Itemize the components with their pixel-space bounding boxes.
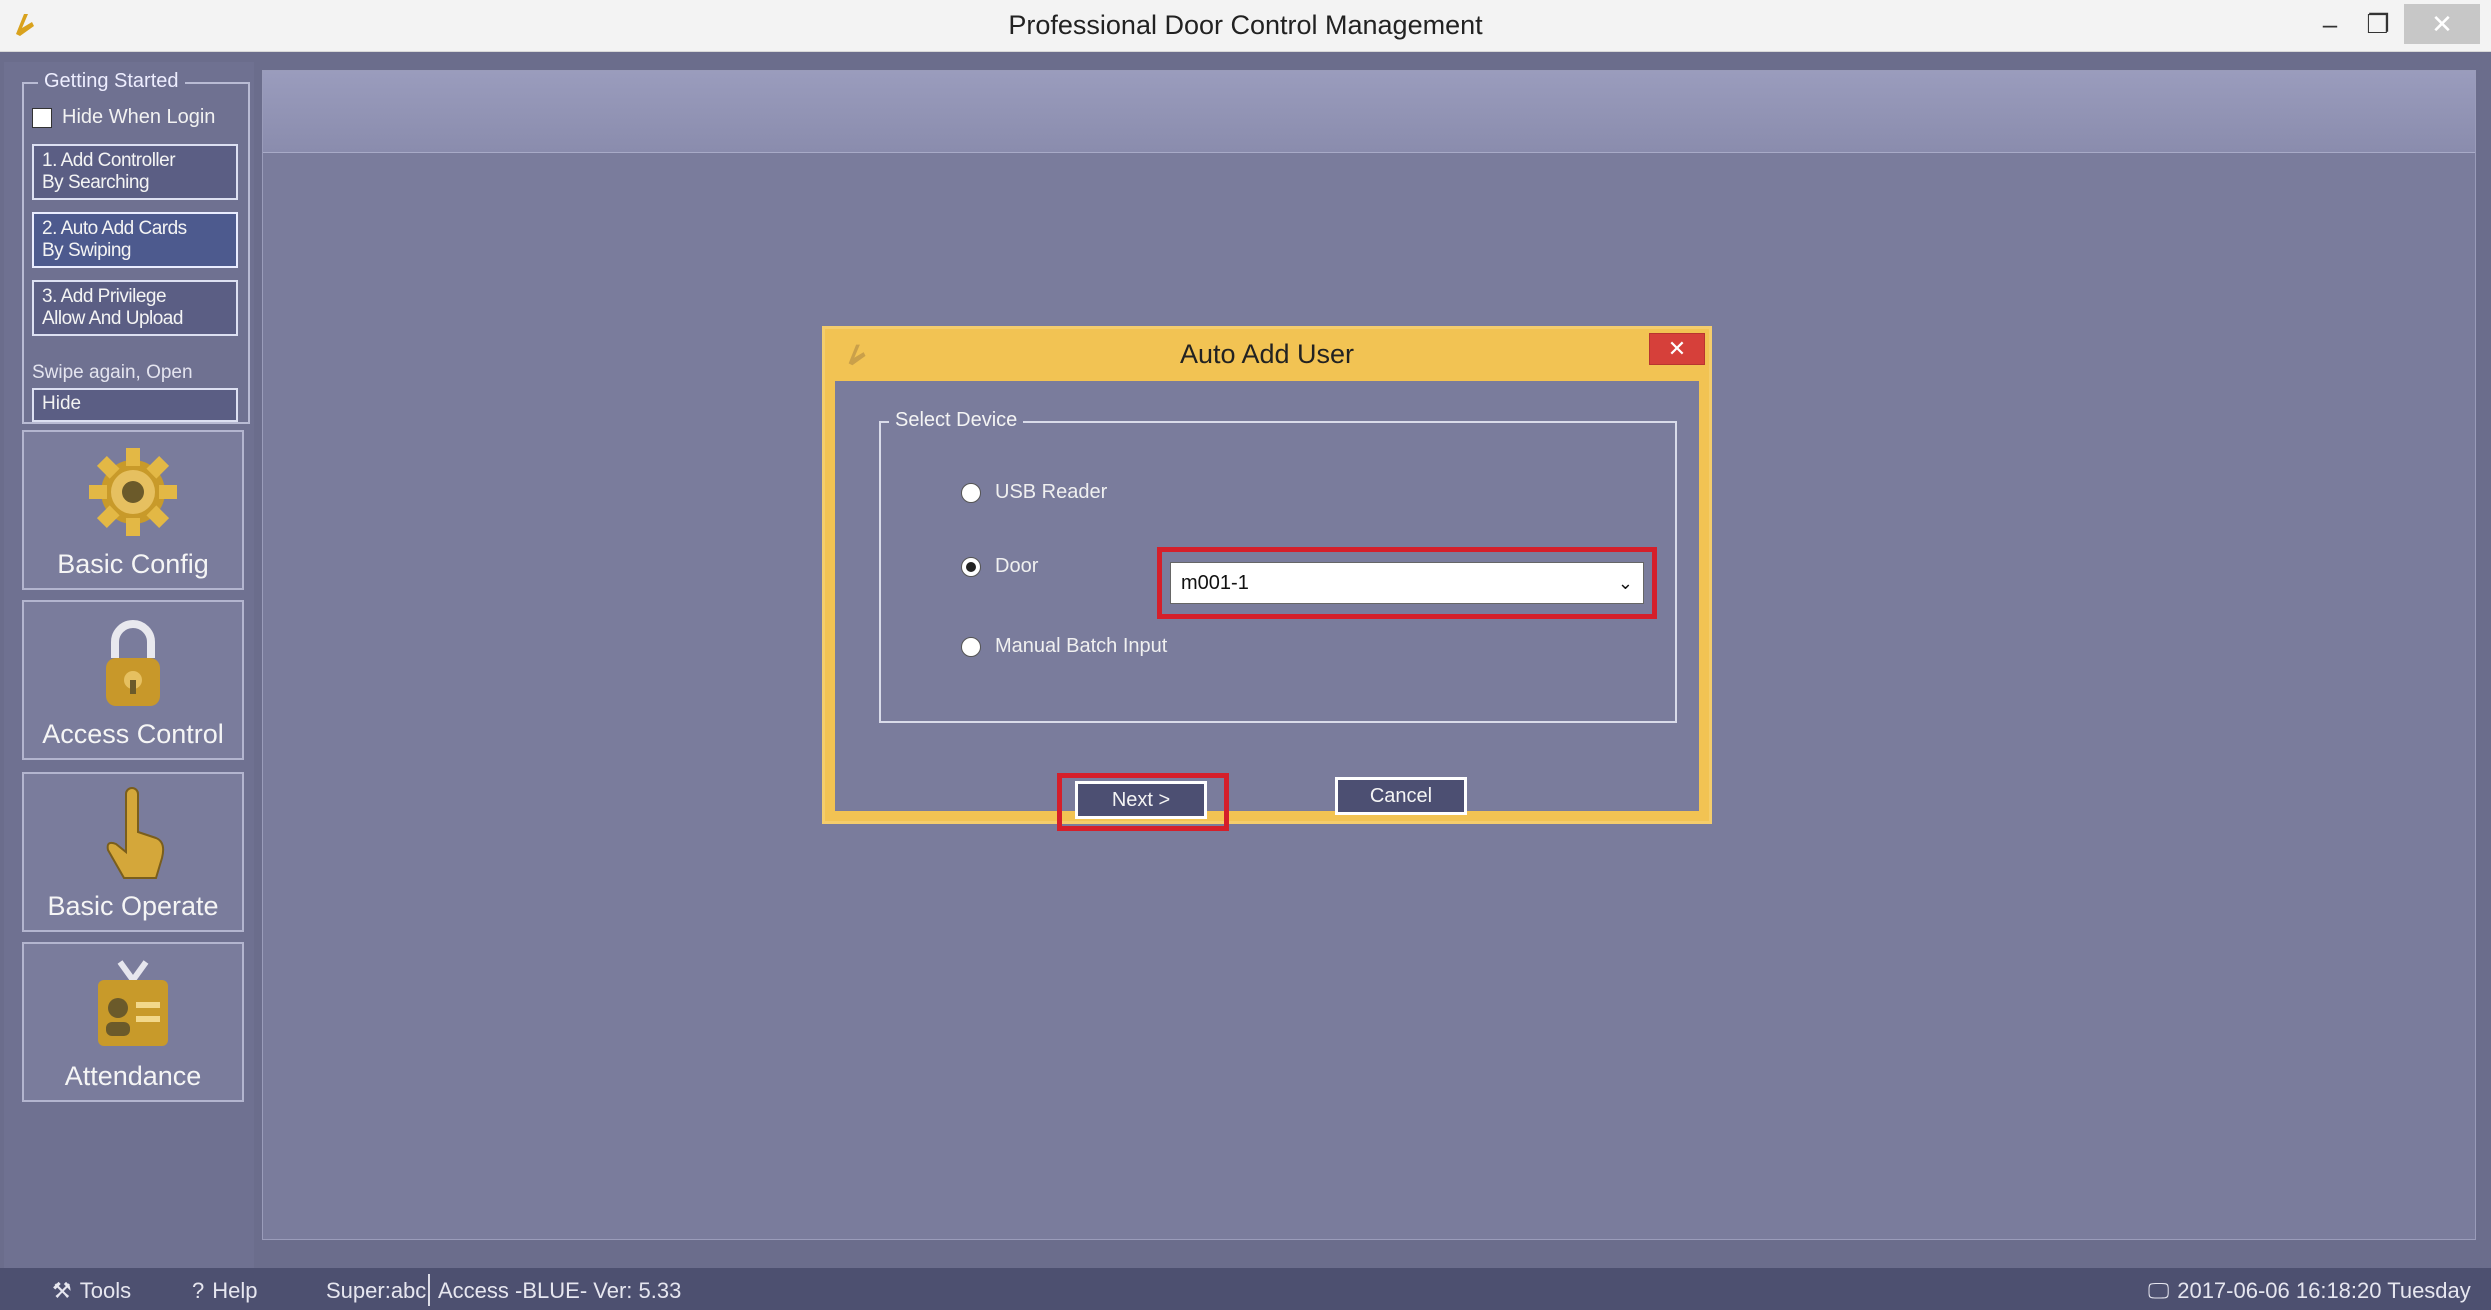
step-line: 1. Add Controller (42, 150, 176, 171)
checkbox-box[interactable] (32, 107, 52, 128)
select-device-legend: Select Device (889, 409, 1024, 432)
datetime-display: 🖵 2017-06-06 16:18:20 Tuesday (2148, 1278, 2471, 1304)
dialog-body: Select Device USB Reader Door Manual Bat… (835, 381, 1699, 831)
nav-access-control[interactable]: Access Control (22, 600, 244, 760)
door-select-highlight: m001-1 ⌄ (1157, 547, 1657, 619)
tools-menu[interactable]: ⚒ Tools (52, 1278, 131, 1304)
help-menu[interactable]: ? Help (192, 1278, 258, 1304)
minimize-button[interactable]: – (2310, 4, 2350, 44)
radio-label: USB Reader (995, 481, 1108, 503)
nav-basic-config[interactable]: Basic Config (22, 430, 244, 590)
app-body: Getting Started Hide When Login 1. Add C… (0, 52, 2491, 1268)
select-device-group: Select Device USB Reader Door Manual Bat… (879, 409, 1677, 723)
datetime-text: 2017-06-06 16:18:20 Tuesday (2177, 1278, 2471, 1303)
dialog-titlebar: Auto Add User (825, 329, 1709, 381)
step-add-controller-button[interactable]: 1. Add Controller By Searching (32, 144, 238, 200)
step-line: By Swiping (42, 240, 132, 261)
radio-manual-batch-input[interactable]: Manual Batch Input (961, 635, 1167, 658)
nav-label: Attendance (64, 1061, 202, 1091)
main-toolbar-band (263, 71, 2475, 153)
radio-label: Manual Batch Input (995, 635, 1168, 657)
step-line: Allow And Upload (42, 308, 183, 329)
current-user: Super:abc (326, 1278, 427, 1303)
hide-when-login-checkbox[interactable]: Hide When Login (32, 106, 215, 129)
hide-when-login-label: Hide When Login (62, 106, 216, 128)
restore-button[interactable]: ❐ (2356, 4, 2400, 44)
swipe-again-text: Swipe again, Open (32, 362, 193, 383)
tools-icon: ⚒ (52, 1278, 72, 1303)
nav-label: Access Control (42, 719, 224, 749)
hide-button[interactable]: Hide (32, 388, 238, 422)
help-label: Help (212, 1278, 258, 1303)
monitor-icon: 🖵 (2148, 1278, 2170, 1303)
chevron-down-icon[interactable]: ⌄ (1618, 573, 1633, 594)
window-titlebar: Professional Door Control Management – ❐… (0, 0, 2491, 52)
next-button[interactable]: Next > (1075, 781, 1207, 819)
version-info: Access -BLUE- Ver: 5.33 (438, 1278, 682, 1303)
cancel-button[interactable]: Cancel (1335, 777, 1467, 815)
radio-button[interactable] (961, 636, 981, 657)
lock-icon (106, 620, 160, 706)
help-icon: ? (192, 1278, 205, 1303)
door-dropdown[interactable]: m001-1 ⌄ (1170, 562, 1644, 604)
step-line: By Searching (42, 172, 150, 193)
door-dropdown-value: m001-1 (1181, 571, 1249, 594)
gear-icon (89, 448, 177, 536)
radio-door[interactable]: Door (961, 555, 1038, 578)
status-separator (428, 1274, 430, 1306)
nav-basic-operate[interactable]: Basic Operate (22, 772, 244, 932)
nav-label: Basic Config (57, 549, 209, 579)
hand-pointer-icon (106, 787, 165, 879)
auto-add-user-dialog: Auto Add User ✕ Select Device USB Reader… (822, 326, 1712, 831)
radio-label: Door (995, 555, 1039, 577)
nav-attendance[interactable]: Attendance (22, 942, 244, 1102)
getting-started-legend: Getting Started (38, 70, 185, 93)
getting-started-panel: Getting Started Hide When Login 1. Add C… (22, 70, 250, 424)
radio-usb-reader[interactable]: USB Reader (961, 481, 1107, 504)
step-line: 2. Auto Add Cards (42, 218, 187, 239)
radio-button[interactable] (961, 482, 981, 503)
window-title: Professional Door Control Management (1008, 10, 1483, 40)
id-card-icon (98, 960, 168, 1046)
dialog-title: Auto Add User (1179, 339, 1355, 369)
step-line: 3. Add Privilege (42, 286, 167, 307)
step-add-privilege-button[interactable]: 3. Add Privilege Allow And Upload (32, 280, 238, 336)
status-bar: ⚒ Tools ? Help Super:abc Access -BLUE- V… (0, 1268, 2491, 1310)
dialog-close-button[interactable]: ✕ (1649, 333, 1705, 365)
step-auto-add-cards-button[interactable]: 2. Auto Add Cards By Swiping (32, 212, 238, 268)
close-window-button[interactable]: ✕ (2404, 4, 2480, 44)
radio-button-selected[interactable] (961, 556, 981, 577)
nav-label: Basic Operate (47, 891, 219, 921)
tools-label: Tools (79, 1278, 132, 1303)
